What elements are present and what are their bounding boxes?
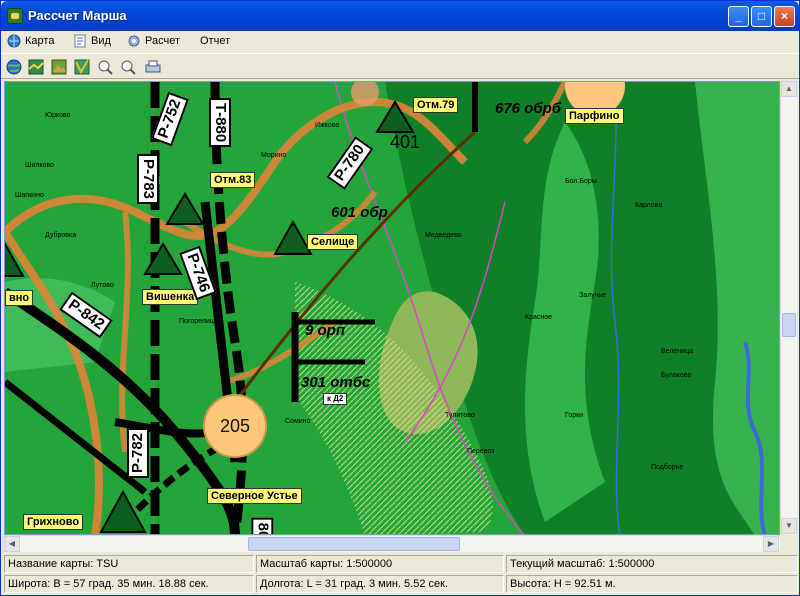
town-label: Булаково: [661, 372, 692, 379]
label-grikhnovo: Грихново: [23, 514, 84, 530]
town-label: Дубровка: [45, 232, 77, 239]
scroll-down-icon[interactable]: ▼: [781, 518, 797, 534]
road-sign-t880: Т-880: [209, 98, 231, 148]
app-map-icon: [7, 8, 23, 24]
tool-print[interactable]: [143, 57, 163, 77]
tool-zoom-in[interactable]: [95, 57, 115, 77]
road-sign-r783: Р-783: [137, 153, 160, 205]
scroll-right-icon[interactable]: ▶: [763, 536, 779, 552]
status-row-1: Название карты: TSU Масштаб карты: 1:500…: [1, 554, 799, 574]
town-label: Морино: [261, 152, 287, 159]
label-vno: вно: [5, 290, 34, 306]
label-severnoe-uste: Северное Устье: [207, 488, 302, 504]
menu-karta[interactable]: Карта: [5, 33, 54, 49]
town-label: Тулитово: [445, 412, 475, 419]
town-label: Сомино: [285, 418, 311, 425]
globe-icon: [6, 59, 22, 75]
town-label: Подборье: [651, 464, 684, 471]
menu-label: Расчет: [145, 35, 180, 47]
town-label: Шилково: [25, 162, 54, 169]
toolbar: [1, 53, 799, 79]
menu-vid[interactable]: Вид: [71, 33, 111, 49]
town-label: Залучье: [579, 292, 606, 299]
status-longitude: Долгота: L = 31 град. 3 мин. 5.52 сек.: [256, 575, 504, 593]
print-icon: [145, 60, 161, 73]
unit-301-otbs: 301 отбс: [301, 374, 371, 391]
calc-gear-icon: [128, 35, 140, 47]
unit-9-orp: 9 орп: [305, 322, 345, 339]
town-label: Шапкино: [15, 192, 44, 199]
close-button[interactable]: ×: [774, 6, 795, 27]
unit-676-obrb: 676 обрб: [495, 100, 562, 117]
maximize-button[interactable]: □: [751, 6, 772, 27]
label-selishche: Селище: [307, 234, 359, 250]
town-label: Лутово: [91, 282, 114, 289]
town-label: Медведево: [425, 232, 462, 239]
status-latitude: Широта: B = 57 град. 35 мин. 18.88 сек.: [4, 575, 254, 593]
menu-bar: Карта Вид Расчет Отчет: [1, 31, 799, 51]
town-label: Бол.Боры: [565, 178, 597, 185]
scroll-up-icon[interactable]: ▲: [781, 81, 797, 97]
tool-terrain[interactable]: [49, 57, 69, 77]
menu-label: Вид: [91, 35, 111, 47]
tool-zoom-out[interactable]: [118, 57, 138, 77]
map-globe-icon: [7, 34, 21, 48]
zoom-out-icon: [121, 60, 136, 75]
status-row-2: Широта: B = 57 град. 35 мин. 18.88 сек. …: [1, 574, 799, 594]
town-label: Горки: [565, 412, 584, 419]
scroll-left-icon[interactable]: ◀: [4, 536, 20, 552]
town-label: Перевоз: [467, 448, 495, 455]
label-otm79: Отм.79: [413, 97, 459, 113]
menu-label: Отчет: [200, 35, 231, 47]
map-canvas[interactable]: 205 Отм.79 Парфино Отм.83 Селище Вишенка…: [4, 81, 780, 535]
horizontal-scrollbar[interactable]: ◀ ▶: [4, 535, 780, 552]
label-parfino: Парфино: [565, 108, 624, 124]
menu-label: Карта: [25, 35, 55, 47]
town-label: Погорелица: [179, 318, 218, 325]
minimize-button[interactable]: _: [728, 6, 749, 27]
status-map-scale: Масштаб карты: 1:500000: [256, 555, 504, 573]
map-layers-icon: [28, 59, 44, 75]
label-kd2: к Д2: [323, 393, 348, 405]
view-page-icon: [74, 34, 86, 48]
route-map-icon: [74, 59, 90, 75]
status-map-name: Название карты: TSU: [4, 555, 254, 573]
label-otm83: Отм.83: [210, 172, 256, 188]
status-current-scale: Текущий масштаб: 1:500000: [506, 555, 798, 573]
town-label: Красное: [525, 314, 553, 321]
vertical-scroll-thumb[interactable]: [782, 313, 796, 337]
tool-globe[interactable]: [4, 57, 24, 77]
label-vishenka: Вишенка: [142, 289, 199, 305]
terrain-icon: [51, 59, 67, 75]
town-label: Ижково: [315, 122, 340, 129]
road-sign-r782: Р-782: [127, 427, 150, 479]
app-window: Рассчет Марша _ □ × Карта Вид Расчет Отч…: [0, 0, 800, 596]
menu-otchet[interactable]: Отчет: [180, 33, 230, 49]
status-height: Высота: H = 92.51 м.: [506, 575, 798, 593]
tool-map-layers[interactable]: [26, 57, 46, 77]
tool-route-map[interactable]: [72, 57, 92, 77]
unit-401: 401: [390, 132, 421, 152]
town-label: Юрково: [45, 112, 71, 119]
horizontal-scroll-thumb[interactable]: [248, 537, 460, 551]
town-label: Карлово: [635, 202, 663, 209]
unit-601-obr: 601 обр: [331, 204, 388, 221]
town-label: Веленица: [661, 348, 693, 355]
unit-circle-205[interactable]: 205: [203, 394, 267, 458]
road-sign-r880b: 80: [251, 517, 274, 534]
zoom-in-icon: [98, 60, 113, 75]
vertical-scrollbar[interactable]: ▲ ▼: [780, 81, 797, 535]
window-title: Рассчет Марша: [28, 8, 127, 23]
title-bar[interactable]: Рассчет Марша _ □ ×: [1, 1, 799, 31]
menu-raschet[interactable]: Расчет: [125, 33, 180, 49]
